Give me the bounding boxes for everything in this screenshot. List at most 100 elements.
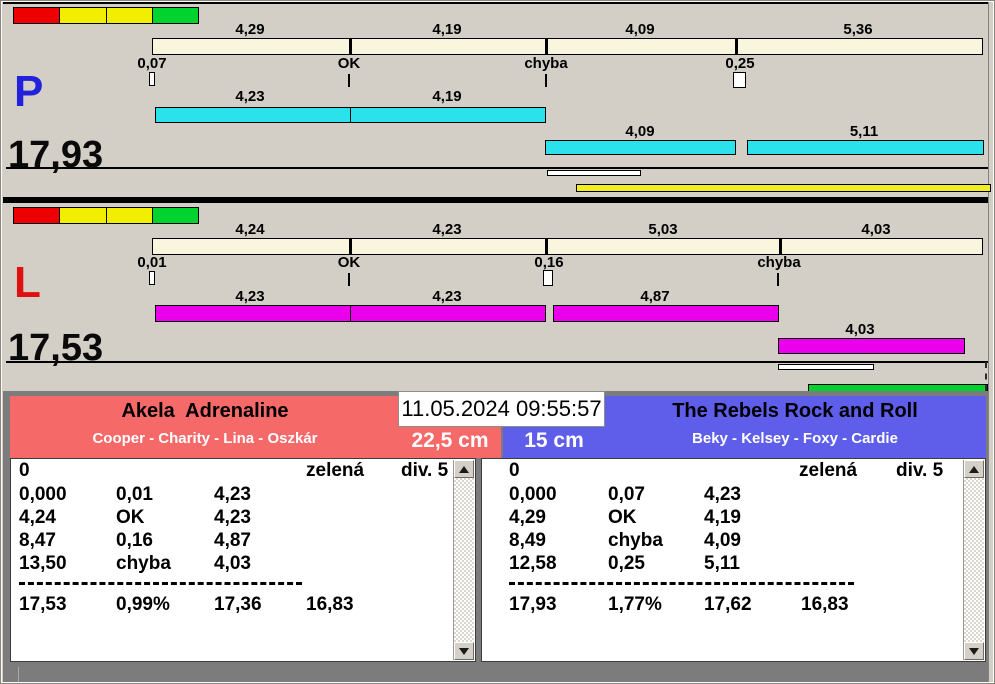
status-light-red <box>13 7 60 24</box>
result-cell: 4,29 <box>509 507 546 528</box>
result-cell: zelená <box>306 460 364 481</box>
result-cell: 17,93 <box>509 594 557 615</box>
result-cell: 0,99% <box>116 594 170 615</box>
run-bar-segment <box>747 140 984 155</box>
run-bar-segment <box>350 305 546 322</box>
run-time-label: 4,19 <box>402 89 492 104</box>
scroll-down-button[interactable] <box>964 642 984 660</box>
exchange-fault-marker <box>777 273 779 286</box>
segment-time-label: 4,29 <box>205 22 295 37</box>
team-name-right: The Rebels Rock and Roll <box>604 400 986 423</box>
marker-label: chyba <box>501 56 591 71</box>
baseline-p <box>6 167 988 169</box>
team-members-right: Beky - Kelsey - Foxy - Cardie <box>604 430 986 447</box>
result-cell: 0,07 <box>608 484 645 505</box>
window-right-border <box>988 2 989 682</box>
results-list-left[interactable]: 0 zelená div. 5 0,000 0,01 4,23 4,24 OK … <box>10 458 476 662</box>
finish-line-marker <box>985 362 987 391</box>
lane-letter-p: P <box>14 70 43 114</box>
jump-height-left: 22,5 cm <box>398 429 502 453</box>
status-light-yellow-1 <box>59 7 106 24</box>
result-cell: 4,23 <box>214 507 251 528</box>
bar-tick <box>349 238 352 255</box>
result-cell: 8,49 <box>509 530 546 551</box>
status-light-green <box>152 207 199 224</box>
result-cell: 4,19 <box>704 507 741 528</box>
scrollbar-left-list[interactable] <box>453 460 474 660</box>
segment-time-label: 4,09 <box>595 22 685 37</box>
window-top-border <box>3 2 988 4</box>
start-offset-marker <box>149 72 155 86</box>
exchange-gap-marker <box>733 72 746 88</box>
result-cell: 17,36 <box>214 594 262 615</box>
bar-tick <box>545 38 548 55</box>
arrow-up-icon <box>459 466 469 473</box>
exchange-ok-marker <box>348 74 350 87</box>
result-cell: 0,01 <box>116 484 153 505</box>
total-time-p: 17,93 <box>8 135 103 175</box>
run-time-label: 4,03 <box>815 322 905 337</box>
status-light-yellow-2 <box>106 7 153 24</box>
scroll-track[interactable] <box>454 478 474 642</box>
jump-height-right: 15 cm <box>503 429 605 453</box>
marker-label: 0,25 <box>695 56 785 71</box>
result-cell: 4,03 <box>214 553 251 574</box>
scrollbar-right-list[interactable] <box>963 460 984 660</box>
bar-tick <box>545 238 548 255</box>
result-cell: OK <box>608 507 637 528</box>
marker-label: OK <box>304 255 394 270</box>
result-cell: 4,23 <box>214 484 251 505</box>
result-cell: 4,23 <box>704 484 741 505</box>
marker-label: OK <box>304 56 394 71</box>
scroll-up-button[interactable] <box>454 460 474 478</box>
scroll-up-button[interactable] <box>964 460 984 478</box>
result-cell: 1,77% <box>608 594 662 615</box>
run-time-label: 4,09 <box>595 124 685 139</box>
scroll-down-button[interactable] <box>454 642 474 660</box>
exchange-ok-marker <box>348 273 350 286</box>
exchange-fault-marker <box>545 74 547 87</box>
exchange-gap-marker <box>543 270 553 286</box>
status-bar-divider <box>18 667 19 682</box>
reference-bar-p <box>152 38 983 55</box>
arrow-down-icon <box>459 648 469 655</box>
result-cell: chyba <box>116 553 171 574</box>
run-time-label: 5,11 <box>819 124 909 139</box>
dashed-divider <box>19 582 302 585</box>
segment-time-label: 4,24 <box>205 222 295 237</box>
run-time-label: 4,23 <box>205 89 295 104</box>
result-cell: 16,83 <box>801 594 849 615</box>
arrow-down-icon <box>969 648 979 655</box>
result-cell: 0 <box>509 460 520 481</box>
result-cell: 4,87 <box>214 530 251 551</box>
result-cell: 16,83 <box>306 594 354 615</box>
result-cell: chyba <box>608 530 663 551</box>
run-bar-segment <box>778 338 965 354</box>
segment-time-label: 4,19 <box>402 22 492 37</box>
marker-label: 0,01 <box>107 255 197 270</box>
diff-bar-p <box>547 170 641 176</box>
panel-separator <box>3 197 988 203</box>
scroll-track[interactable] <box>964 478 984 642</box>
result-cell: 0,000 <box>19 484 67 505</box>
result-cell: 4,09 <box>704 530 741 551</box>
result-cell: 0 <box>19 460 30 481</box>
status-light-red <box>13 207 60 224</box>
datetime-box: 11.05.2024 09:55:57 <box>398 391 605 427</box>
result-cell: 0,000 <box>509 484 557 505</box>
bar-tick <box>735 38 738 55</box>
run-bar-segment <box>545 140 736 155</box>
team-members-left: Cooper - Charity - Lina - Oszkár <box>10 430 400 447</box>
total-time-l: 17,53 <box>8 328 103 368</box>
results-list-right[interactable]: 0 zelená div. 5 0,000 0,07 4,23 4,29 OK … <box>481 458 986 662</box>
status-light-green <box>152 7 199 24</box>
flyball-timing-window: 4,29 4,19 4,09 5,36 0,07 OK chyba 0,25 4… <box>0 0 995 684</box>
result-cell: div. 5 <box>896 460 943 481</box>
result-cell: zelená <box>799 460 857 481</box>
run-bar-segment <box>155 305 351 322</box>
result-cell: 0,16 <box>116 530 153 551</box>
arrow-up-icon <box>969 466 979 473</box>
baseline-l <box>6 361 988 363</box>
result-cell: 17,53 <box>19 594 67 615</box>
team-name-left: Akela Adrenaline <box>10 400 400 423</box>
